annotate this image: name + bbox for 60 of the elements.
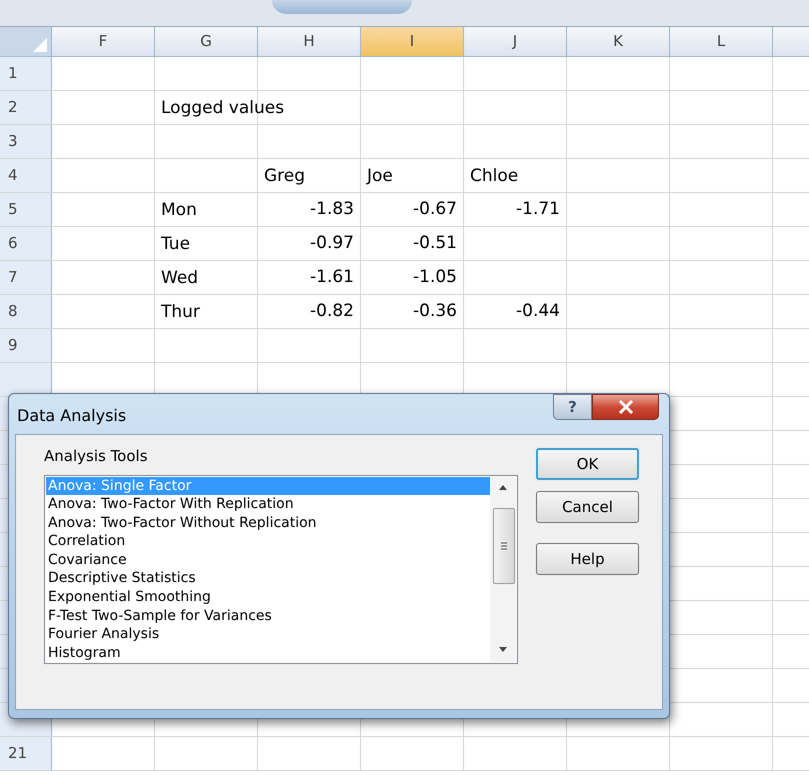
dialog-button[interactable]: Help xyxy=(536,543,639,575)
grid-cell[interactable]: -1.61 xyxy=(258,261,361,294)
column-header[interactable]: F xyxy=(52,27,155,56)
help-button[interactable]: ? xyxy=(553,394,592,420)
grid-cell[interactable]: -0.82 xyxy=(258,295,361,328)
cell-text: Mon xyxy=(161,199,197,222)
column-header[interactable]: L xyxy=(670,27,773,56)
grid-cell[interactable]: -0.67 xyxy=(361,193,464,226)
list-item[interactable]: F-Test Two-Sample for Variances xyxy=(46,606,490,626)
scroll-thumb[interactable] xyxy=(493,508,515,584)
scroll-bar[interactable] xyxy=(490,476,516,662)
row-header[interactable]: 21 xyxy=(0,737,52,770)
grid-cell[interactable]: -1.71 xyxy=(464,193,567,226)
row-header[interactable]: 4 xyxy=(0,159,52,192)
column-header[interactable]: G xyxy=(155,27,258,56)
scroll-down-icon xyxy=(499,646,507,652)
list-item[interactable]: Exponential Smoothing xyxy=(46,588,490,607)
list-item[interactable]: Covariance xyxy=(46,550,490,570)
tool-list[interactable] xyxy=(44,474,518,664)
select-all-button[interactable] xyxy=(0,27,52,56)
list-item[interactable]: Histogram xyxy=(46,644,490,662)
cell-text: Chloe xyxy=(470,165,518,188)
column-header[interactable]: K xyxy=(567,27,670,56)
list-item[interactable]: Correlation xyxy=(46,532,490,551)
dialog-button[interactable]: OK xyxy=(536,448,639,480)
close-button[interactable] xyxy=(592,394,659,420)
column-header[interactable]: I xyxy=(361,27,464,56)
row-header[interactable]: 7 xyxy=(0,261,52,294)
cell-text: Logged values xyxy=(161,97,284,120)
list-item[interactable]: Anova: Two-Factor With Replication xyxy=(46,495,490,514)
grid-cell[interactable]: -1.83 xyxy=(258,193,361,226)
scroll-up-icon xyxy=(499,484,507,490)
close-icon xyxy=(618,400,634,414)
cell-text: Thur xyxy=(161,301,200,324)
grid-cell[interactable]: -0.51 xyxy=(361,227,464,260)
cell-text: Tue xyxy=(161,233,190,256)
grip-icon xyxy=(501,542,507,550)
row-header[interactable]: 9 xyxy=(0,329,52,362)
cell-text: Greg xyxy=(264,165,306,188)
grid-cell[interactable]: -0.97 xyxy=(258,227,361,260)
row-header[interactable]: 5 xyxy=(0,193,52,226)
list-item[interactable]: Anova: Two-Factor Without Replication xyxy=(46,514,490,532)
row-header[interactable]: 3 xyxy=(0,125,52,158)
row-header[interactable]: 2 xyxy=(0,91,52,124)
dialog-button[interactable]: Cancel xyxy=(536,491,639,523)
grid-cell[interactable]: -0.36 xyxy=(361,295,464,328)
list-item[interactable]: Fourier Analysis xyxy=(46,625,490,644)
row-header[interactable] xyxy=(0,363,52,396)
column-header[interactable]: J xyxy=(464,27,567,56)
row-header[interactable]: 6 xyxy=(0,227,52,260)
row-header[interactable]: 8 xyxy=(0,295,52,328)
row-header[interactable]: 1 xyxy=(0,57,52,90)
grid-cell[interactable]: -1.05 xyxy=(361,261,464,294)
triangle-icon xyxy=(33,38,47,52)
list-item[interactable]: Descriptive Statistics xyxy=(46,569,490,588)
group-label: Analysis Tools xyxy=(44,446,149,467)
window-title: Data Analysis xyxy=(17,405,126,427)
cell-text: Wed xyxy=(161,267,198,290)
cell-text: Joe xyxy=(367,165,393,188)
grid-cell[interactable]: -0.44 xyxy=(464,295,567,328)
